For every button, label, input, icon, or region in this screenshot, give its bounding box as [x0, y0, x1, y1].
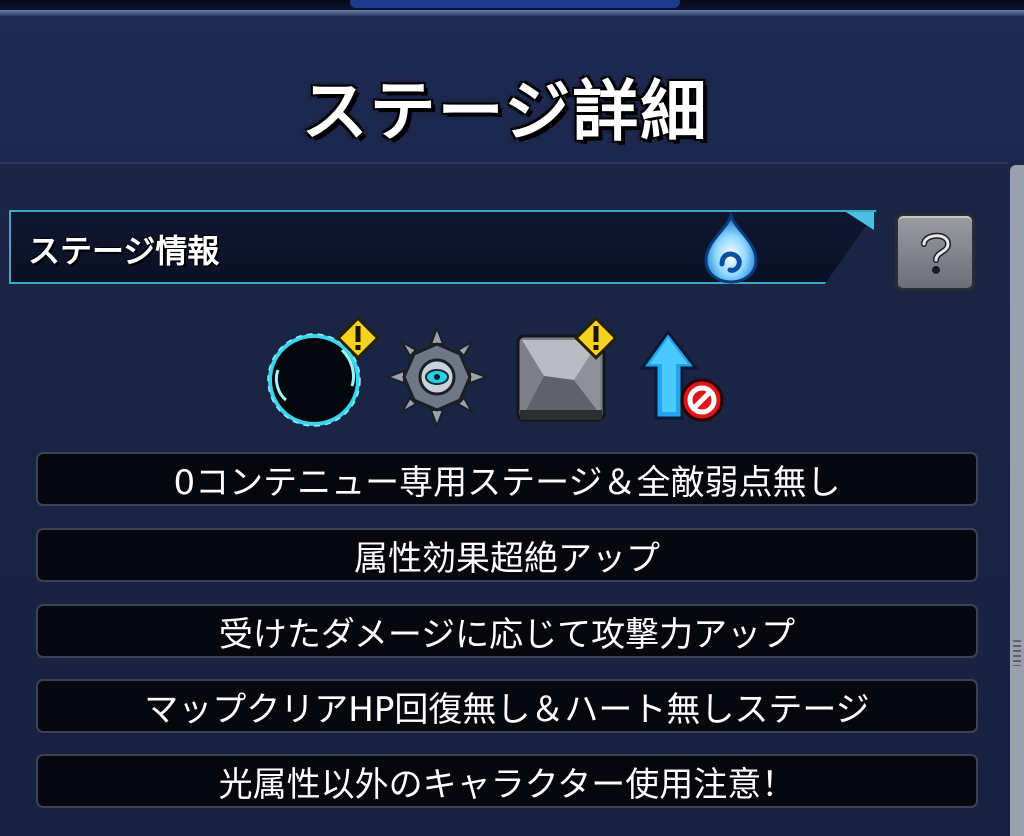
gimmick-icons: [262, 312, 732, 429]
question-icon: [921, 232, 952, 274]
note-text: 属性効果超絶アップ: [354, 538, 660, 579]
stage-detail-screen: ステージ詳細 ステージ情報 0コンテニュー専用ステージ＆全敵弱点無し 属性効果超…: [0, 0, 1024, 836]
note-text: マップクリアHP回復無し＆ハート無しステージ: [144, 689, 870, 730]
top-frame-accent: [350, 0, 680, 8]
note-text: 光属性以外のキャラクター使用注意！: [218, 764, 796, 805]
note-row-2: 属性効果超絶アップ: [36, 528, 978, 582]
scrollbar-grip[interactable]: [1013, 640, 1021, 666]
top-frame: [0, 0, 1024, 10]
stage-info-label: ステージ情報: [28, 232, 220, 270]
note-row-1: 0コンテニュー専用ステージ＆全敵弱点無し: [36, 452, 978, 506]
help-button[interactable]: [895, 213, 975, 291]
warning-icon: [332, 312, 384, 368]
note-row-5: 光属性以外のキャラクター使用注意！: [36, 754, 978, 808]
scrollbar[interactable]: [1010, 165, 1024, 836]
frame-edge: [0, 10, 1024, 16]
note-text: 受けたダメージに応じて攻撃力アップ: [218, 614, 796, 655]
warning-icon: [570, 312, 622, 368]
note-text: 0コンテニュー専用ステージ＆全敵弱点無し: [173, 462, 841, 503]
page-title: ステージ詳細: [301, 73, 709, 150]
note-row-3: 受けたダメージに応じて攻撃力アップ: [36, 604, 978, 658]
stage-info-bar-corner: [846, 212, 874, 230]
spiked-mine-icon: [385, 325, 489, 432]
note-row-4: マップクリアHP回復無し＆ハート無しステージ: [36, 679, 978, 733]
water-element-icon: [700, 211, 762, 284]
speed-up-prohibited-icon: [638, 328, 728, 432]
